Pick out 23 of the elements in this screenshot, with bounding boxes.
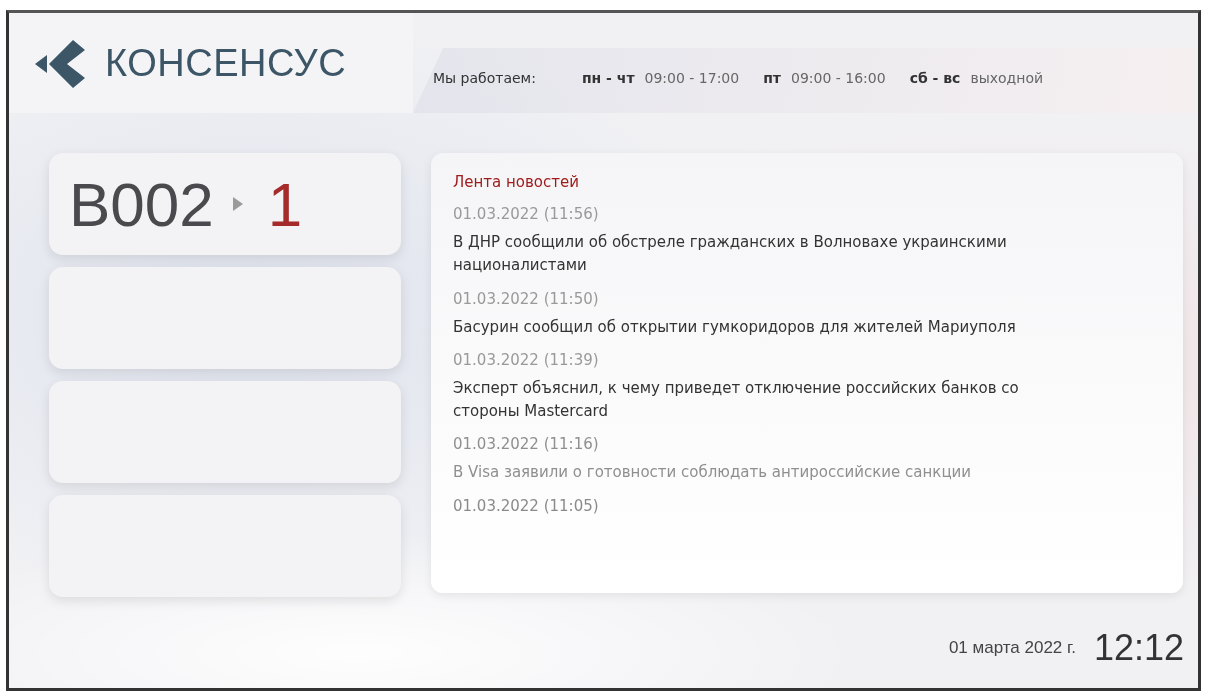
news-date: 01.03.2022 (11:39) [453,350,600,369]
news-date: 01.03.2022 (11:56) [453,205,600,223]
ticket-number: B002 [69,168,214,240]
date-text: 01 марта 2022 г. [948,638,1076,658]
news-date: 01.03.2022 (11:50) [453,289,600,308]
schedule-hours: 09:00 - 17:00 [644,70,740,86]
schedule-days: пн - чт [581,70,635,86]
schedule-days: пт [763,70,781,86]
play-arrow-icon [231,196,244,212]
news-headline: В Visa заявили о готовности соблюдать антироссийские санкции [453,462,973,484]
news-headline: В ДНР сообщили об обстреле гражданских в Волновахе украинскими националистами [453,232,1008,277]
schedule-label: Мы работаем: [433,70,536,86]
logo-text: КОНСЕНСУС [105,41,347,85]
news-headline: Басурин сообщил об открытии гумкоридоров для жителей Мариуполя [453,316,1017,338]
window-number: 1 [267,168,303,240]
schedule-hours: выходной [970,70,1044,86]
news-date: 01.03.2022 (11:05) [453,496,600,515]
news-headline: Эксперт объяснил, к чему приведет отключение российских банков со стороны Mastercard [453,377,1020,422]
clock-time: 12:12 [1093,627,1184,669]
schedule-days: сб - вс [909,70,961,86]
schedule-hours: 09:00 - 16:00 [790,70,886,86]
news-date: 01.03.2022 (11:16) [453,435,600,454]
news-title: Лента новостей [453,173,580,191]
